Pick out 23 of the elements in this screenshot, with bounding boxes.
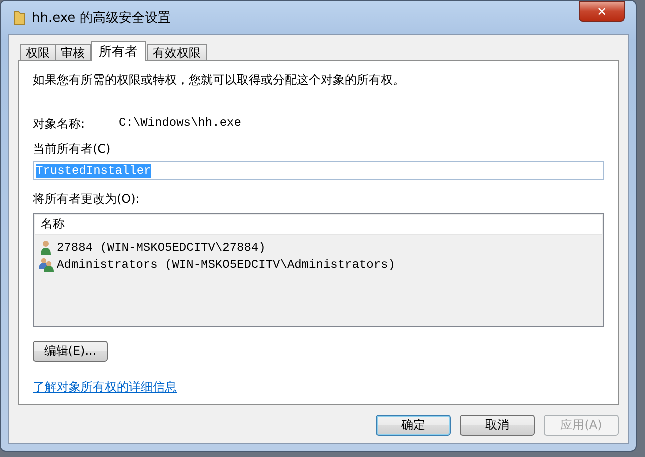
object-path: C:\Windows\hh.exe [119,116,242,132]
tab[interactable]: 所有者 [91,41,146,61]
tab[interactable]: 审核 [55,44,91,61]
intro-text: 如果您有所需的权限或特权，您就可以取得或分配这个对象的所有权。 [33,72,405,89]
field-label: 将所有者更改为(O): [33,191,140,208]
close-button[interactable]: ✕ [579,1,625,22]
folder-icon [14,10,26,26]
dialog-button[interactable]: 取消 [460,415,535,436]
field-label: 对象名称: [33,116,86,133]
edit-button[interactable]: 编辑(E)... [33,341,108,362]
owner-list[interactable]: 名称 27884 (WIN-MSKO5EDCITV\27884) Administrators (WIN-MSKO5EDCITV\Administrators) [33,213,604,327]
column-header[interactable]: 名称 [35,215,602,236]
group-icon [39,257,54,272]
user-icon [39,240,54,256]
window-title: hh.exe 的高级安全设置 [32,10,171,26]
field-value: TrustedInstaller [36,164,152,178]
field-label: 当前所有者(C) [33,141,111,158]
help-link[interactable]: 了解对象所有权的详细信息 [33,379,177,396]
tab[interactable]: 有效权限 [147,44,207,61]
dialog-button[interactable]: 确定 [376,415,451,436]
tab[interactable]: 权限 [20,44,56,61]
list-item[interactable]: Administrators (WIN-MSKO5EDCITV\Administrators) [57,258,396,272]
list-item[interactable]: 27884 (WIN-MSKO5EDCITV\27884) [57,240,266,255]
